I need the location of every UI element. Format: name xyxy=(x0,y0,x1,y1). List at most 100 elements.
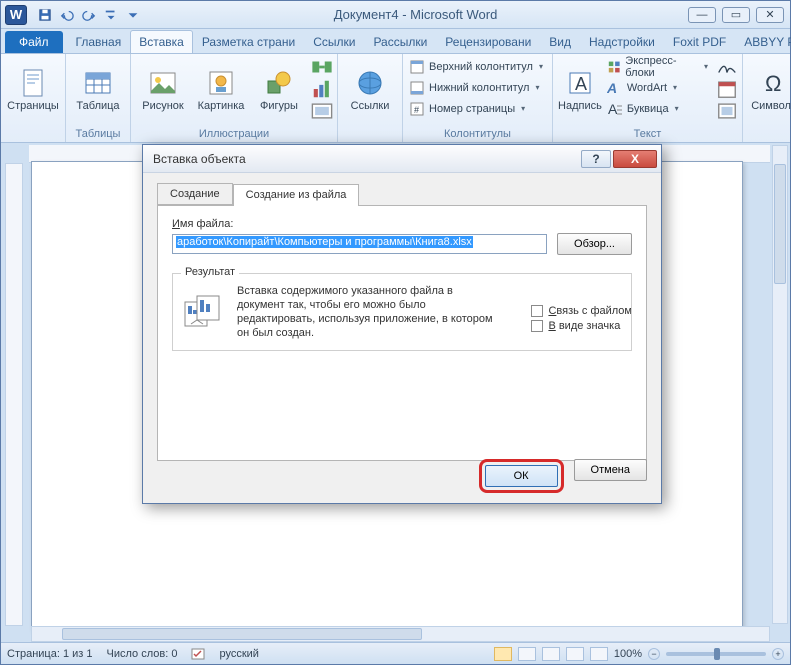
group-symbols: Ω Символы xyxy=(743,54,791,142)
footer-button[interactable]: Нижний колонтитул▾ xyxy=(407,77,545,98)
result-icon xyxy=(183,294,223,330)
zoom-slider[interactable] xyxy=(666,652,766,656)
window-title: Документ4 - Microsoft Word xyxy=(143,7,688,22)
view-draft[interactable] xyxy=(590,647,608,661)
shapes-label: Фигуры xyxy=(260,101,298,112)
tab-addins[interactable]: Надстройки xyxy=(580,30,664,53)
hscroll-thumb[interactable] xyxy=(62,628,422,640)
zoom-knob[interactable] xyxy=(714,648,720,660)
tab-review[interactable]: Рецензировани xyxy=(436,30,540,53)
table-icon xyxy=(82,67,114,99)
dialog-help-button[interactable]: ? xyxy=(581,150,611,168)
view-outline[interactable] xyxy=(566,647,584,661)
horizontal-scrollbar[interactable] xyxy=(31,626,770,642)
group-illustrations: Рисунок Картинка Фигуры Иллюстрации xyxy=(131,54,338,142)
quickparts-label: Экспресс-блоки xyxy=(625,55,698,79)
status-words[interactable]: Число слов: 0 xyxy=(107,648,178,660)
qat-dropdown-icon[interactable] xyxy=(123,5,143,25)
object-icon[interactable] xyxy=(716,100,738,122)
tab-home[interactable]: Главная xyxy=(67,30,131,53)
file-tab[interactable]: Файл xyxy=(5,31,63,53)
links-button[interactable]: Ссылки xyxy=(342,56,398,122)
tab-layout[interactable]: Разметка страни xyxy=(193,30,304,53)
zoom-in-button[interactable]: + xyxy=(772,648,784,660)
group-tables-label: Таблицы xyxy=(70,127,126,142)
picture-icon xyxy=(147,67,179,99)
ribbon-tabs: Файл Главная Вставка Разметка страни Ссы… xyxy=(1,29,790,53)
tab-foxit[interactable]: Foxit PDF xyxy=(664,30,735,53)
ok-button[interactable]: ОК xyxy=(485,465,558,487)
clipart-label: Картинка xyxy=(198,101,245,112)
status-page[interactable]: Страница: 1 из 1 xyxy=(7,648,93,660)
datetime-icon[interactable] xyxy=(716,78,738,100)
tab-insert[interactable]: Вставка xyxy=(130,30,193,53)
app-letter: W xyxy=(10,7,22,22)
wordart-button[interactable]: AWordArt▾ xyxy=(605,77,710,98)
undo-icon[interactable] xyxy=(57,5,77,25)
group-text-label: Текст xyxy=(557,127,738,142)
dialog-title: Вставка объекта xyxy=(153,152,581,166)
smartart-icon[interactable] xyxy=(311,56,333,78)
vertical-scrollbar[interactable] xyxy=(772,145,788,624)
table-button[interactable]: Таблица xyxy=(70,56,126,122)
titlebar: W Документ4 - Microsoft Word — ▭ ✕ xyxy=(1,1,790,29)
save-icon[interactable] xyxy=(35,5,55,25)
dialog-close-button[interactable]: X xyxy=(613,150,657,168)
redo-icon[interactable] xyxy=(79,5,99,25)
symbols-button[interactable]: Ω Символы xyxy=(747,56,791,122)
zoom-percent[interactable]: 100% xyxy=(614,648,642,660)
clipart-button[interactable]: Картинка xyxy=(193,56,249,122)
status-proof-icon[interactable] xyxy=(191,647,205,661)
tab-refs[interactable]: Ссылки xyxy=(304,30,364,53)
close-button[interactable]: ✕ xyxy=(756,7,784,23)
signature-icon[interactable] xyxy=(716,56,738,78)
picture-button[interactable]: Рисунок xyxy=(135,56,191,122)
tab-create-new[interactable]: Создание xyxy=(157,183,233,205)
dialog-titlebar[interactable]: Вставка объекта ? X xyxy=(143,145,661,173)
svg-text:A: A xyxy=(608,101,618,117)
vscroll-thumb[interactable] xyxy=(774,164,786,284)
browse-button[interactable]: Обзор... xyxy=(557,233,632,255)
view-fullscreen[interactable] xyxy=(518,647,536,661)
dropcap-label: Буквица xyxy=(627,103,669,115)
view-web[interactable] xyxy=(542,647,560,661)
statusbar: Страница: 1 из 1 Число слов: 0 русский 1… xyxy=(1,642,790,664)
omega-icon: Ω xyxy=(759,67,791,99)
pages-label: Страницы xyxy=(7,101,59,112)
status-language[interactable]: русский xyxy=(219,648,258,660)
filename-label: Имя файла: xyxy=(172,218,632,230)
svg-text:#: # xyxy=(414,105,419,115)
dropcap-button[interactable]: AБуквица▾ xyxy=(605,98,710,119)
maximize-button[interactable]: ▭ xyxy=(722,7,750,23)
minimize-button[interactable]: — xyxy=(688,7,716,23)
pages-button[interactable]: Страницы xyxy=(5,56,61,122)
quick-access-toolbar xyxy=(35,5,143,25)
view-print-layout[interactable] xyxy=(494,647,512,661)
vertical-ruler[interactable] xyxy=(5,163,23,626)
group-illustrations-label: Иллюстрации xyxy=(135,127,333,142)
chart-icon[interactable] xyxy=(311,78,333,100)
header-button[interactable]: Верхний колонтитул▾ xyxy=(407,56,545,77)
group-header-footer: Верхний колонтитул▾ Нижний колонтитул▾ #… xyxy=(403,54,553,142)
qat-more-icon[interactable] xyxy=(101,5,121,25)
shapes-button[interactable]: Фигуры xyxy=(251,56,307,122)
tab-create-from-file[interactable]: Создание из файла xyxy=(233,184,360,206)
svg-text:A: A xyxy=(607,80,617,96)
cancel-button[interactable]: Отмена xyxy=(574,459,647,481)
tab-abbyy[interactable]: ABBYY PDF Trans xyxy=(735,30,791,53)
filename-value: аработок\Копирайт\Компьютеры и программы… xyxy=(176,236,473,248)
quickparts-button[interactable]: Экспресс-блоки▾ xyxy=(605,56,710,77)
window-controls: — ▭ ✕ xyxy=(688,7,784,23)
zoom-out-button[interactable]: − xyxy=(648,648,660,660)
tab-view[interactable]: Вид xyxy=(540,30,580,53)
group-links: Ссылки xyxy=(338,54,403,142)
textbox-button[interactable]: A Надпись xyxy=(557,56,603,122)
page-icon xyxy=(17,67,49,99)
result-text: Вставка содержимого указанного файла в д… xyxy=(237,284,497,340)
dialog-buttons: ОК Отмена xyxy=(479,459,647,493)
tab-mailings[interactable]: Рассылки xyxy=(364,30,436,53)
pagenum-button[interactable]: #Номер страницы▾ xyxy=(407,98,545,119)
picture-label: Рисунок xyxy=(142,101,184,112)
filename-input[interactable]: аработок\Копирайт\Компьютеры и программы… xyxy=(172,234,547,254)
screenshot-icon[interactable] xyxy=(311,100,333,122)
